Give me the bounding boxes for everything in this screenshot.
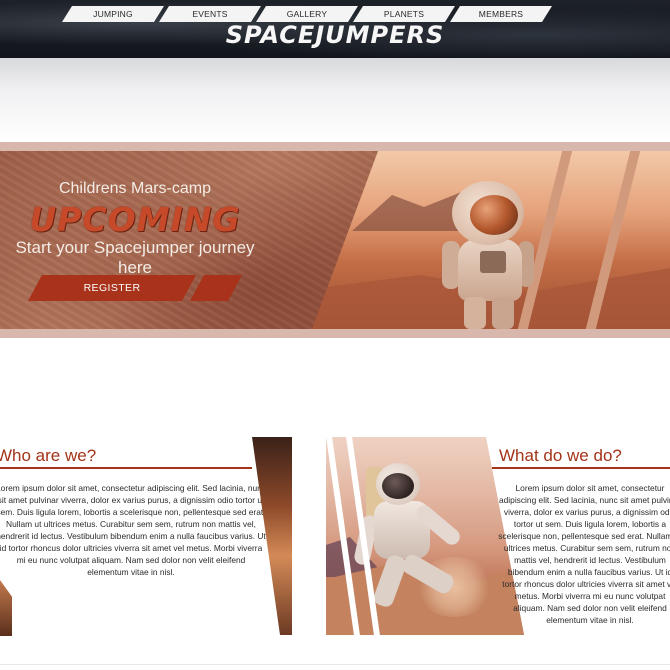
left-image-edge: [0, 580, 12, 636]
page-bottom-border: [0, 664, 670, 665]
astronaut-visor: [382, 473, 414, 499]
hero-subtitle: Childrens Mars-camp: [58, 180, 212, 197]
who-divider: [0, 467, 252, 469]
who-are-we-body: Lorem ipsum dolor sit amet, consectetur …: [0, 483, 266, 577]
hero-headline: UPCOMING: [29, 200, 241, 239]
what-divider: [492, 467, 670, 469]
astronaut-leg: [464, 297, 486, 329]
header-band: [0, 58, 670, 142]
hero-text-block: Childrens Mars-camp UPCOMING Start your …: [0, 142, 270, 338]
site-header: JUMPING EVENTS GALLERY PLANETS MEMBERS S…: [0, 0, 670, 58]
what-do-we-do-body: Lorem ipsum dolor sit amet, consectetur …: [498, 483, 670, 625]
hero-banner: Childrens Mars-camp UPCOMING Start your …: [0, 142, 670, 338]
who-are-we-title: Who are we?: [0, 446, 97, 465]
what-do-we-do-title: What do we do?: [499, 446, 622, 465]
register-button[interactable]: REGISTER: [28, 275, 196, 301]
astronaut-visor: [470, 195, 518, 235]
register-button-accent: [190, 275, 242, 301]
astronaut-leg: [492, 297, 514, 329]
astronaut-chest-panel: [480, 251, 506, 273]
hero-tagline: Start your Spacejumper journey here: [15, 238, 255, 277]
site-logo[interactable]: SPACEJUMPERS: [0, 20, 670, 50]
